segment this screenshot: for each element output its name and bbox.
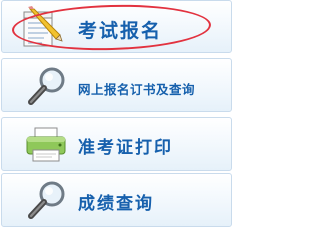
- menu-item-label: 考试报名: [78, 20, 163, 42]
- menu-item-label: 准考证打印: [78, 138, 173, 158]
- menu-item-score-query[interactable]: 成绩查询: [1, 173, 232, 227]
- menu-item-exam-registration[interactable]: 考试报名: [1, 0, 232, 53]
- menu-item-online-book-order-query[interactable]: 网上报名订书及查询: [1, 58, 232, 112]
- printer-icon: [26, 127, 66, 162]
- magnifier-icon: [28, 181, 65, 219]
- registration-form-icon: [23, 6, 63, 47]
- magnifier-icon: [28, 67, 65, 105]
- exam-service-menu: 考试报名 网上报名订书及查询 准考证打印 成绩查询: [0, 0, 235, 227]
- menu-item-label: 网上报名订书及查询: [78, 82, 196, 97]
- menu-item-admission-ticket-print[interactable]: 准考证打印: [1, 117, 232, 171]
- menu-item-label: 成绩查询: [78, 194, 154, 214]
